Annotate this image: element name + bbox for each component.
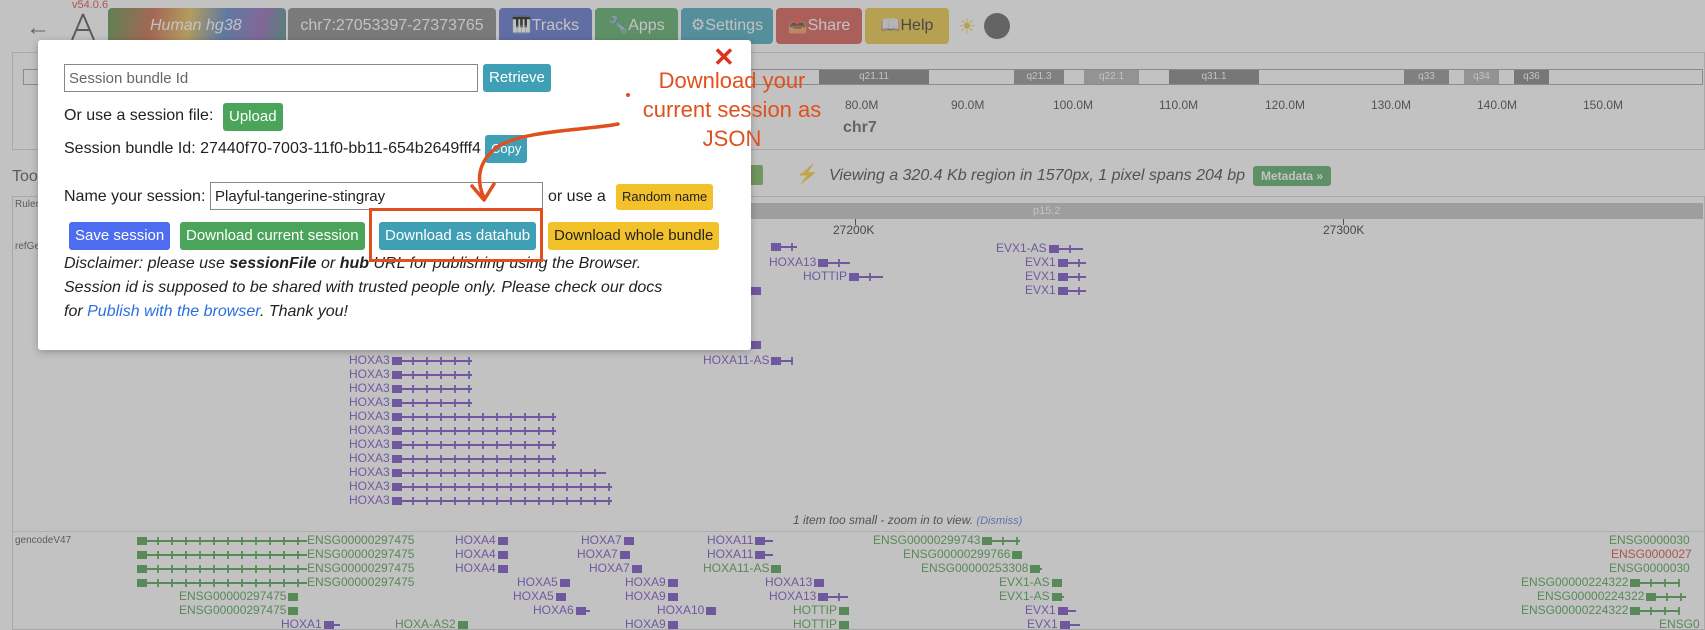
annotation-arrow bbox=[470, 122, 620, 202]
